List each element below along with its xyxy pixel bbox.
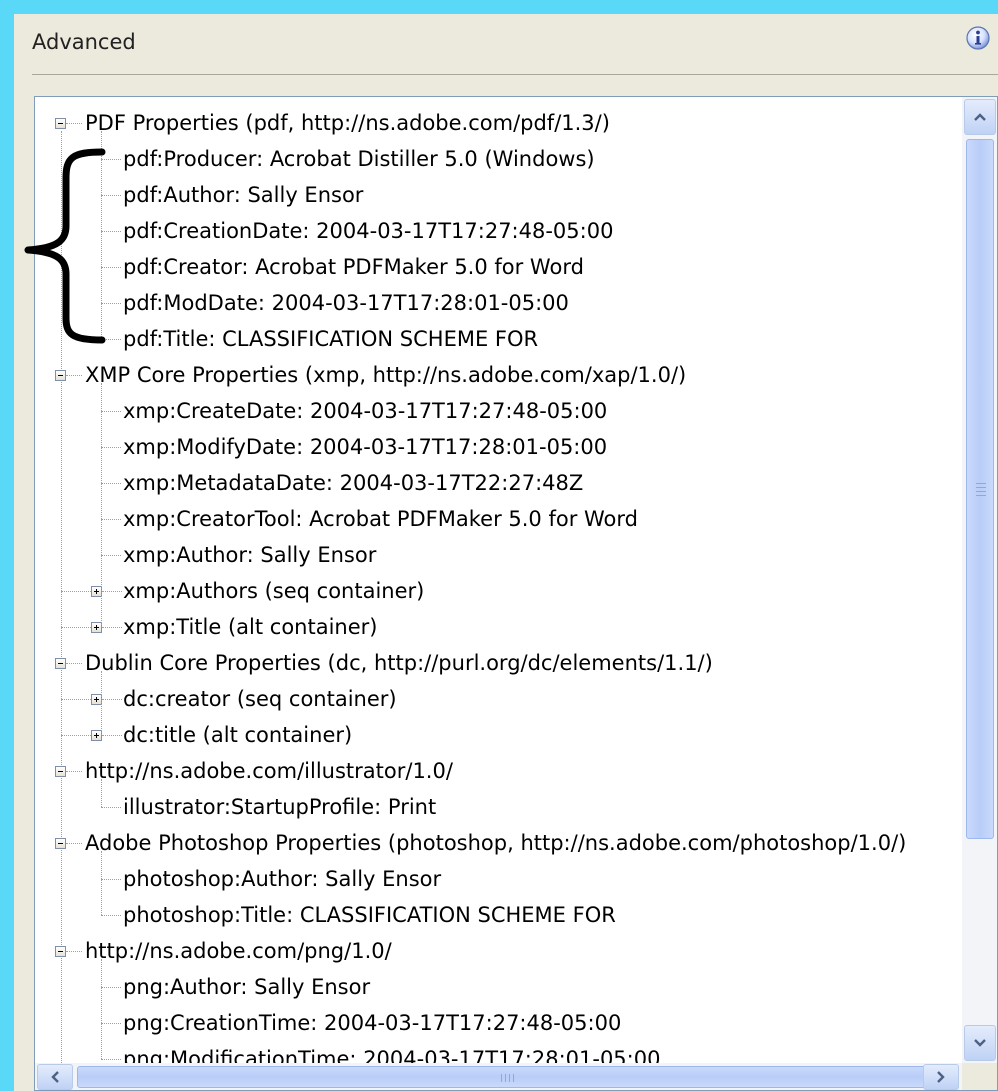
tree-connector (101, 555, 121, 556)
tree-connector (101, 339, 121, 340)
tree-connector (102, 591, 122, 592)
tree-connector (101, 519, 121, 520)
tree-connector (61, 131, 62, 1063)
tree-property-node[interactable]: xmp:CreatorTool: Acrobat PDFMaker 5.0 fo… (123, 501, 638, 537)
tree-group-node[interactable]: Dublin Core Properties (dc, http://purl.… (85, 645, 713, 681)
tree-connector (101, 879, 121, 880)
tree-connector (66, 843, 82, 844)
tree-connector (101, 1059, 121, 1060)
tree-connector (61, 591, 91, 592)
tree-container-node[interactable]: xmp:Authors (seq container) (123, 573, 424, 609)
tree-connector (101, 779, 102, 807)
tree-connector (66, 951, 82, 952)
info-icon[interactable] (964, 24, 992, 52)
tree-connector (101, 915, 121, 916)
tree-property-node[interactable]: xmp:CreateDate: 2004-03-17T17:27:48-05:0… (123, 393, 607, 429)
tree-group-node[interactable]: http://ns.adobe.com/png/1.0/ (85, 933, 392, 969)
horizontal-scroll-thumb[interactable] (77, 1066, 939, 1088)
collapse-icon[interactable] (55, 838, 66, 849)
tree-connector (102, 699, 122, 700)
collapse-icon[interactable] (55, 658, 66, 669)
metadata-tree[interactable]: PDF Properties (pdf, http://ns.adobe.com… (34, 96, 998, 1091)
tree-property-node[interactable]: png:Author: Sally Ensor (123, 969, 370, 1005)
tree-connector (101, 1023, 121, 1024)
tree-group-node[interactable]: PDF Properties (pdf, http://ns.adobe.com… (85, 105, 610, 141)
vertical-scroll-thumb[interactable] (966, 139, 994, 839)
tree-property-node[interactable]: xmp:Author: Sally Ensor (123, 537, 376, 573)
tree-property-node[interactable]: photoshop:Author: Sally Ensor (123, 861, 441, 897)
tree-property-node[interactable]: pdf:Author: Sally Ensor (123, 177, 363, 213)
tree-connector (101, 231, 121, 232)
tree-property-node[interactable]: xmp:ModifyDate: 2004-03-17T17:28:01-05:0… (123, 429, 607, 465)
tree-container-node[interactable]: dc:creator (seq container) (123, 681, 397, 717)
tree-group-node[interactable]: XMP Core Properties (xmp, http://ns.adob… (85, 357, 686, 393)
tree-connector (101, 671, 102, 735)
tree-property-node[interactable]: png:CreationTime: 2004-03-17T17:27:48-05… (123, 1005, 621, 1041)
left-arrow-icon[interactable] (37, 1064, 73, 1090)
collapse-icon[interactable] (55, 946, 66, 957)
tree-connector (101, 159, 121, 160)
tree-connector (102, 735, 122, 736)
tree-group-node[interactable]: Adobe Photoshop Properties (photoshop, h… (85, 825, 906, 861)
tree-connector (101, 987, 121, 988)
tree-connector (101, 195, 121, 196)
header-separator (32, 74, 998, 75)
tree-connector (61, 627, 91, 628)
tree-connector (101, 131, 102, 339)
collapse-icon[interactable] (55, 118, 66, 129)
tree-viewport: PDF Properties (pdf, http://ns.adobe.com… (35, 97, 962, 1063)
tree-property-node[interactable]: png:ModificationTime: 2004-03-17T17:28:0… (123, 1041, 660, 1063)
tree-property-node[interactable]: pdf:CreationDate: 2004-03-17T17:27:48-05… (123, 213, 613, 249)
vertical-scrollbar[interactable] (962, 97, 997, 1063)
tree-connector (66, 375, 82, 376)
tree-connector (101, 483, 121, 484)
tree-property-node[interactable]: pdf:Creator: Acrobat PDFMaker 5.0 for Wo… (123, 249, 584, 285)
tree-connector (66, 663, 82, 664)
tree-property-node[interactable]: pdf:Title: CLASSIFICATION SCHEME FOR (123, 321, 538, 357)
tree-connector (66, 123, 82, 124)
tree-connector (101, 807, 121, 808)
tree-connector (61, 699, 91, 700)
scrollbar-corner (962, 1063, 997, 1090)
tree-container-node[interactable]: dc:title (alt container) (123, 717, 352, 753)
panel-title: Advanced (32, 30, 136, 54)
collapse-icon[interactable] (55, 766, 66, 777)
tree-connector (102, 627, 122, 628)
tree-connector (61, 735, 91, 736)
tree-property-node[interactable]: illustrator:StartupProfile: Print (123, 789, 436, 825)
horizontal-scrollbar[interactable] (35, 1063, 962, 1090)
up-arrow-icon[interactable] (964, 99, 996, 135)
tree-connector (101, 303, 121, 304)
tree-container-node[interactable]: xmp:Title (alt container) (123, 609, 377, 645)
tree-connector (101, 411, 121, 412)
right-arrow-icon[interactable] (923, 1064, 959, 1090)
tree-connector (66, 771, 82, 772)
tree-connector (101, 851, 102, 915)
tree-property-node[interactable]: pdf:Producer: Acrobat Distiller 5.0 (Win… (123, 141, 595, 177)
tree-connector (101, 383, 102, 627)
tree-connector (101, 447, 121, 448)
collapse-icon[interactable] (55, 370, 66, 381)
down-arrow-icon[interactable] (964, 1025, 996, 1061)
tree-connector (101, 267, 121, 268)
tree-connector (101, 959, 102, 1059)
tree-property-node[interactable]: pdf:ModDate: 2004-03-17T17:28:01-05:00 (123, 285, 569, 321)
tree-group-node[interactable]: http://ns.adobe.com/illustrator/1.0/ (85, 753, 453, 789)
tree-property-node[interactable]: photoshop:Title: CLASSIFICATION SCHEME F… (123, 897, 616, 933)
tree-property-node[interactable]: xmp:MetadataDate: 2004-03-17T22:27:48Z (123, 465, 583, 501)
